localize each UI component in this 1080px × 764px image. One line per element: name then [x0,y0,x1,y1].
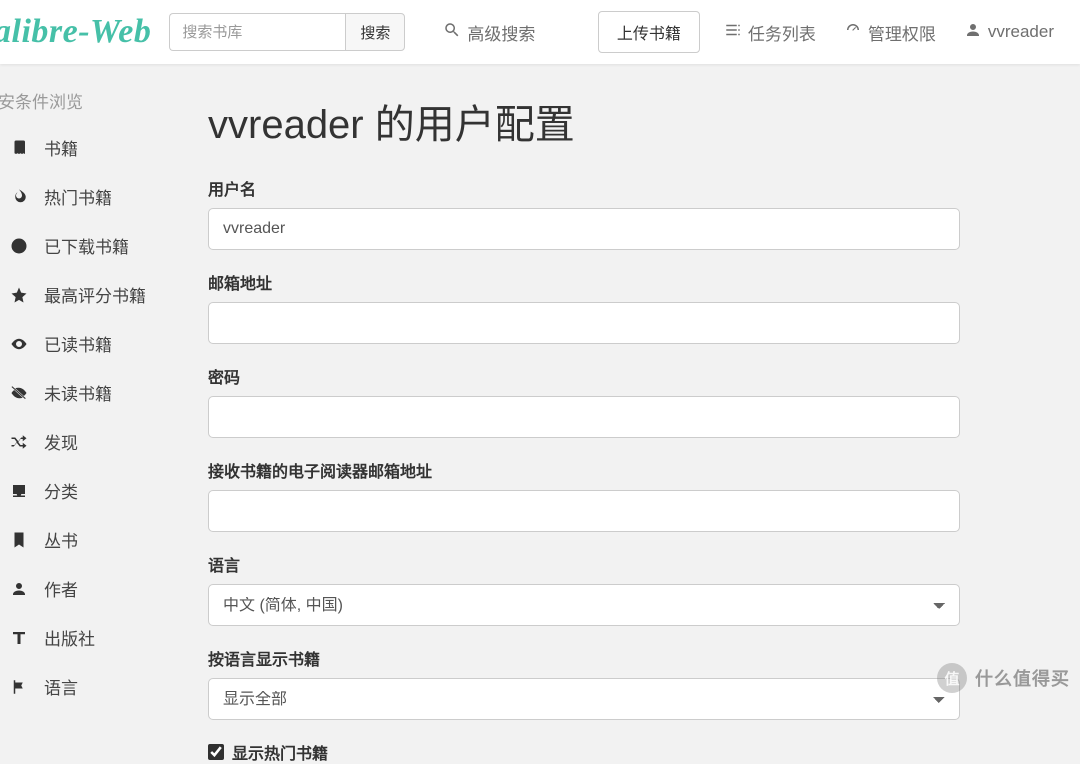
book-language-select[interactable]: 显示全部 [208,678,960,720]
email-input[interactable] [208,302,960,344]
main-content: vvreader 的用户配置 用户名 邮箱地址 密码 接收书籍的电子阅读器邮箱地… [208,64,1040,764]
language-select[interactable]: 中文 (简体, 中国) [208,584,960,626]
sidebar-heading: 安条件浏览 [0,88,190,123]
sidebar-item-label: 语言 [44,674,78,699]
eye-slash-icon [8,384,30,402]
search-group: 搜索 [169,13,405,51]
font-icon [8,629,30,647]
show-hot-row: 显示热门书籍 [208,740,1040,764]
show-hot-label: 显示热门书籍 [232,740,328,764]
advanced-search-label: 高级搜索 [467,20,535,45]
bookmark-icon [8,531,30,549]
sidebar-item-series[interactable]: 丛书 [0,515,190,564]
user-icon [8,580,30,598]
sidebar-item-rated[interactable]: 最高评分书籍 [0,270,190,319]
book-language-label: 按语言显示书籍 [208,646,1040,670]
admin-link[interactable]: 管理权限 [830,10,950,55]
advanced-search-link[interactable]: 高级搜索 [429,10,549,55]
upload-button[interactable]: 上传书籍 [598,11,700,53]
show-hot-checkbox[interactable] [208,744,224,760]
sidebar-item-categories[interactable]: 分类 [0,466,190,515]
dashboard-icon [844,21,862,44]
form-group-book-language: 按语言显示书籍 显示全部 [208,646,1040,720]
search-icon [443,21,461,44]
download-icon [8,237,30,255]
sidebar-item-label: 最高评分书籍 [44,282,146,307]
tasks-label: 任务列表 [748,20,816,45]
sidebar-item-label: 热门书籍 [44,184,112,209]
sidebar-item-authors[interactable]: 作者 [0,564,190,613]
password-input[interactable] [208,396,960,438]
password-label: 密码 [208,364,1040,388]
sidebar-item-read[interactable]: 已读书籍 [0,319,190,368]
sidebar-item-label: 已下载书籍 [44,233,129,258]
sidebar-item-label: 分类 [44,478,78,503]
ereader-input[interactable] [208,490,960,532]
username-input[interactable] [208,208,960,250]
form-group-password: 密码 [208,364,1040,438]
user-menu[interactable]: vvreader [950,11,1068,54]
brand-logo[interactable]: alibre-Web [0,13,161,51]
sidebar-item-books[interactable]: 书籍 [0,123,190,172]
navbar: alibre-Web 搜索 高级搜索 上传书籍 任务列表 管理权限 vvread… [0,0,1080,64]
user-label: vvreader [988,22,1054,42]
eye-icon [8,335,30,353]
sidebar-item-label: 未读书籍 [44,380,112,405]
language-label: 语言 [208,552,1040,576]
sidebar-item-label: 发现 [44,429,78,454]
watermark-badge: 值 [937,663,967,693]
search-button[interactable]: 搜索 [345,13,405,51]
admin-label: 管理权限 [868,20,936,45]
watermark-text: 什么值得买 [975,665,1070,691]
fire-icon [8,188,30,206]
form-group-email: 邮箱地址 [208,270,1040,344]
tasks-link[interactable]: 任务列表 [710,10,830,55]
sidebar-item-publishers[interactable]: 出版社 [0,613,190,662]
flag-icon [8,678,30,696]
page-title: vvreader 的用户配置 [208,92,1040,150]
sidebar-item-hot[interactable]: 热门书籍 [0,172,190,221]
sidebar-item-unread[interactable]: 未读书籍 [0,368,190,417]
ereader-label: 接收书籍的电子阅读器邮箱地址 [208,458,1040,482]
email-label: 邮箱地址 [208,270,1040,294]
sidebar-item-discover[interactable]: 发现 [0,417,190,466]
user-icon [964,21,982,44]
search-input[interactable] [169,13,345,51]
username-label: 用户名 [208,176,1040,200]
inbox-icon [8,482,30,500]
form-group-ereader: 接收书籍的电子阅读器邮箱地址 [208,458,1040,532]
sidebar-item-label: 已读书籍 [44,331,112,356]
sidebar: 安条件浏览 书籍 热门书籍 已下载书籍 最高评分书籍 已读书籍 未读书籍 发现 … [0,64,190,711]
star-icon [8,286,30,304]
sidebar-item-label: 丛书 [44,527,78,552]
watermark: 值 什么值得买 [937,663,1070,693]
shuffle-icon [8,433,30,451]
sidebar-item-label: 出版社 [44,625,95,650]
sidebar-item-downloaded[interactable]: 已下载书籍 [0,221,190,270]
form-group-username: 用户名 [208,176,1040,250]
sidebar-item-label: 书籍 [44,135,78,160]
tasks-icon [724,21,742,44]
book-icon [8,139,30,157]
form-group-language: 语言 中文 (简体, 中国) [208,552,1040,626]
sidebar-item-languages[interactable]: 语言 [0,662,190,711]
sidebar-item-label: 作者 [44,576,78,601]
